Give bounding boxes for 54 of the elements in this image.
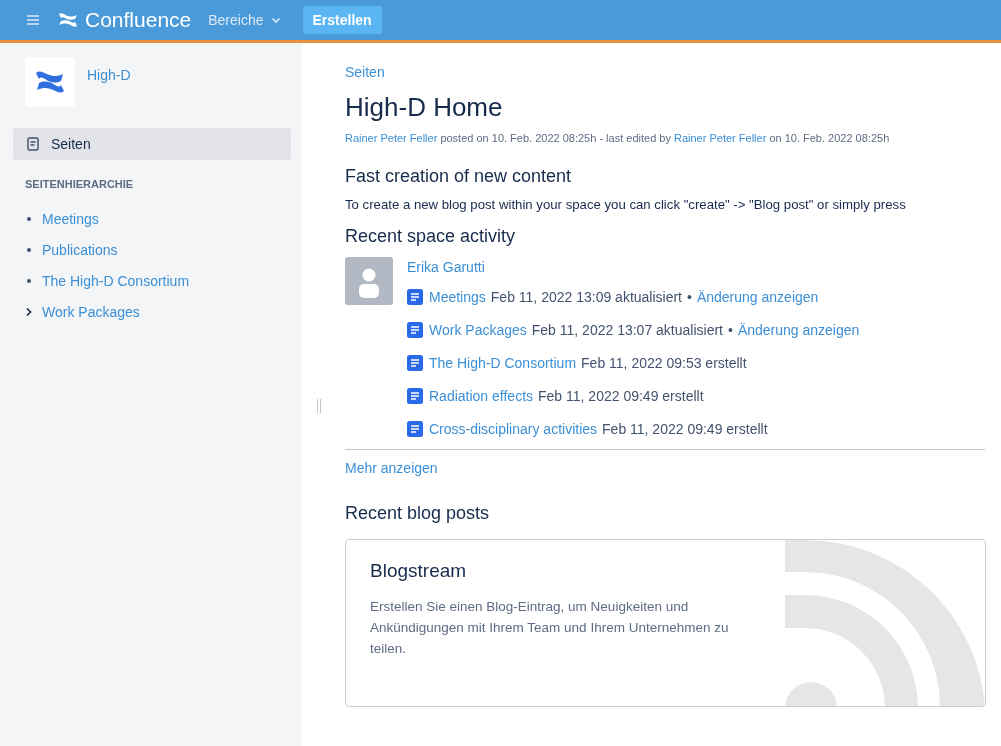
separator: • <box>687 288 692 305</box>
editor-link[interactable]: Rainer Peter Feller <box>674 132 767 144</box>
page-tree-link[interactable]: Work Packages <box>42 303 140 320</box>
section-heading: Recent space activity <box>345 226 517 247</box>
chevron-icon[interactable] <box>25 306 33 317</box>
card-title: Blogstream <box>370 560 468 582</box>
section-label: SEITENHIERARCHIE <box>25 178 135 190</box>
byline: Rainer Peter Feller posted on 10. Feb. 2022 08:25h - last edited by Rainer Peter Feller on 10. Feb. 2022 08:25h <box>345 132 891 144</box>
activity-meta: Feb 11, 2022 09:53 erstellt <box>581 354 747 371</box>
activity-meta: Feb 11, 2022 13:09 aktualisiert <box>490 288 682 305</box>
space-logo-icon[interactable] <box>25 57 75 107</box>
page-tree-link[interactable]: The High-D Consortium <box>42 272 190 289</box>
document-icon <box>407 420 423 437</box>
bullet-icon <box>27 278 31 283</box>
caret-icon <box>270 16 281 24</box>
page-link[interactable]: Cross-disciplinary activities <box>429 420 598 437</box>
paragraph: To create a new blog post within your space you can click "create" -> "Blog post" or simply press <box>345 197 907 212</box>
spaces-menu[interactable]: Bereiche <box>208 12 281 28</box>
document-icon <box>407 387 423 404</box>
product-name[interactable]: Confluence <box>85 8 192 32</box>
resize-handle[interactable] <box>317 399 321 413</box>
document-icon <box>407 354 423 371</box>
document-icon <box>407 321 423 338</box>
activity-meta: Feb 11, 2022 09:49 erstellt <box>602 420 768 437</box>
avatar-icon <box>345 257 393 305</box>
document-icon <box>407 288 423 305</box>
view-change-link[interactable]: Änderung anzeigen <box>737 321 860 338</box>
page-tree-link[interactable]: Publications <box>42 241 118 258</box>
user-link[interactable]: Erika Garutti <box>407 257 860 277</box>
section-heading: Recent blog posts <box>345 503 491 524</box>
section-heading: Fast creation of new content <box>345 166 573 187</box>
logo-icon[interactable] <box>57 11 79 29</box>
create-button[interactable]: Erstellen <box>302 6 382 34</box>
page-link[interactable]: Work Packages <box>429 321 527 338</box>
separator: • <box>728 321 733 338</box>
card-text: Erstellen Sie einen Blog-Eintrag, um Neuigkeiten und Ankündigungen mit Ihrem Team und Ihrem Unternehmen zu teilen. <box>370 598 730 658</box>
space-name[interactable]: High-D <box>87 67 131 83</box>
rss-icon <box>785 540 985 706</box>
bullet-icon <box>27 216 31 221</box>
menu-icon[interactable] <box>26 14 40 26</box>
page-title: High-D Home <box>345 92 504 123</box>
pages-nav-item[interactable]: Seiten <box>13 128 291 160</box>
show-more-link[interactable]: Mehr anzeigen <box>345 460 438 476</box>
activity-meta: Feb 11, 2022 09:49 erstellt <box>538 387 704 404</box>
page-link[interactable]: The High-D Consortium <box>429 354 577 371</box>
view-change-link[interactable]: Änderung anzeigen <box>696 288 819 305</box>
page-icon <box>27 137 39 151</box>
page-tree-link[interactable]: Meetings <box>42 210 99 227</box>
bullet-icon <box>27 247 31 252</box>
author-link[interactable]: Rainer Peter Feller <box>345 132 438 144</box>
page-link[interactable]: Meetings <box>429 288 486 305</box>
page-link[interactable]: Radiation effects <box>429 387 534 404</box>
activity-meta: Feb 11, 2022 13:07 aktualisiert <box>531 321 723 338</box>
breadcrumb-link[interactable]: Seiten <box>345 64 385 80</box>
